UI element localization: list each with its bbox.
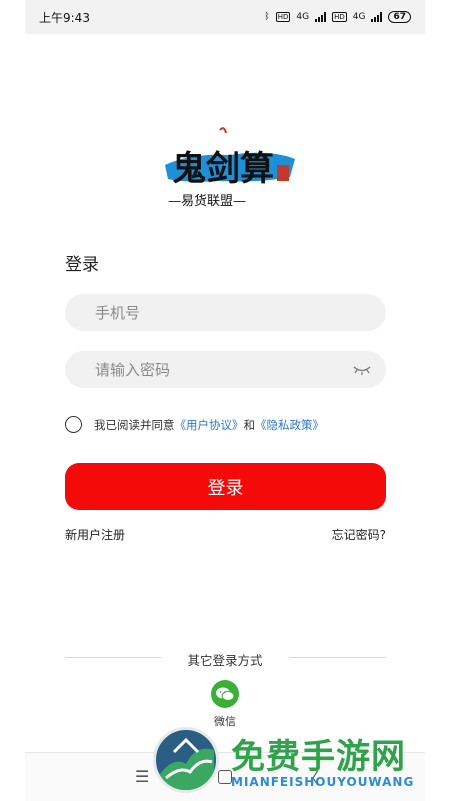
network-type-2: 4G (352, 12, 366, 22)
password-input[interactable] (93, 359, 337, 380)
agreement-row: 我已阅读并同意 《用户协议》 和 《隐私政策》 (65, 416, 324, 433)
hd-badge-2: HD (332, 12, 347, 22)
logo-sub-text: —易货联盟— (168, 193, 246, 209)
login-button[interactable]: 登录 (65, 463, 386, 510)
network-type: 4G (296, 12, 310, 22)
agree-prefix: 我已阅读并同意 (94, 417, 175, 432)
forgot-password-link[interactable]: 忘记密码? (332, 526, 386, 543)
status-time: 上午9:43 (39, 10, 90, 25)
watermark-subtitle: MIANFEISHOUYOUWANG (231, 775, 415, 789)
user-agreement-link[interactable]: 《用户协议》 (175, 417, 244, 433)
agree-checkbox[interactable] (65, 416, 82, 433)
phone-input[interactable] (93, 302, 337, 323)
status-icons: ᛒ HD 4G HD 4G 67 (264, 11, 411, 23)
watermark-logo-icon (153, 727, 219, 793)
signal-icon-2 (371, 12, 383, 22)
logo-main-text: 鬼剑算 (172, 149, 274, 189)
hd-badge: HD (275, 12, 291, 22)
password-field[interactable] (65, 351, 386, 388)
menu-icon[interactable]: ☰ (135, 767, 149, 786)
watermark: 免费手游网 MIANFEISHOUYOUWANG (153, 727, 428, 797)
login-screen: 上午9:43 ᛒ HD 4G HD 4G 67 鬼剑算 —易货联盟— 登录 手机… (25, 0, 425, 801)
agree-and: 和 (243, 417, 256, 432)
signal-icon (315, 12, 327, 22)
register-link[interactable]: 新用户注册 (65, 526, 125, 543)
wechat-login-button[interactable] (211, 680, 239, 708)
wechat-icon (216, 687, 235, 701)
battery-icon: 67 (388, 11, 411, 23)
watermark-title: 免费手游网 (231, 737, 406, 777)
eye-closed-icon[interactable] (352, 361, 372, 377)
privacy-policy-link[interactable]: 《隐私政策》 (255, 417, 324, 433)
page-title: 登录 (65, 255, 99, 275)
other-login-heading: 其它登录方式 (187, 653, 263, 668)
bluetooth-icon: ᛒ (264, 12, 270, 22)
status-bar: 上午9:43 ᛒ HD 4G HD 4G 67 (25, 0, 425, 34)
app-logo: 鬼剑算 —易货联盟— (160, 125, 300, 210)
phone-field[interactable] (65, 294, 386, 331)
